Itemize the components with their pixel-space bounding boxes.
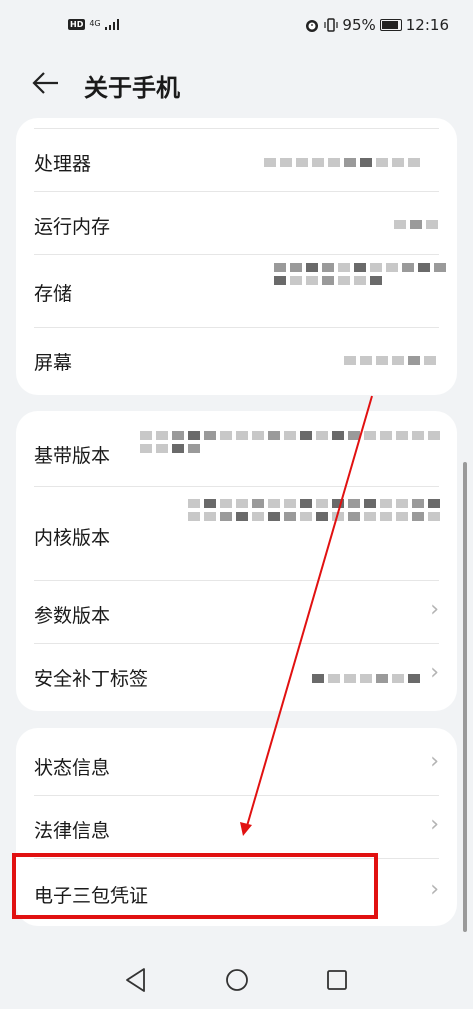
processor-label: 处理器: [34, 153, 92, 175]
processor-row: 处理器: [16, 130, 457, 192]
status-info-row[interactable]: 状态信息 ›: [16, 728, 457, 796]
kernel-value-redacted: [188, 499, 446, 521]
chevron-right-icon: ›: [430, 660, 439, 685]
vibrate-icon: [324, 18, 339, 32]
ram-row: 运行内存: [16, 192, 457, 254]
status-info-label: 状态信息: [34, 757, 111, 779]
status-bar: HD 4G 95% 12:16: [0, 0, 473, 56]
baseband-value-redacted: [140, 431, 445, 453]
circle-home-icon: [226, 969, 248, 991]
nav-home-button[interactable]: [217, 960, 257, 1000]
chevron-right-icon: ›: [430, 877, 439, 902]
system-navigation-bar: [0, 950, 473, 1009]
hardware-info-card: 处理器 运行内存 存储 屏幕: [16, 118, 457, 395]
legal-info-label: 法律信息: [34, 820, 111, 842]
nav-recents-button[interactable]: [317, 960, 357, 1000]
parameter-version-row[interactable]: 参数版本 ›: [16, 581, 457, 644]
triangle-back-icon: [126, 968, 145, 992]
screen-value-redacted: [344, 356, 444, 365]
hd-badge: HD: [68, 18, 86, 30]
ram-value-redacted: [394, 220, 444, 229]
ram-label: 运行内存: [34, 216, 111, 238]
baseband-label: 基带版本: [34, 445, 111, 467]
storage-label: 存储: [34, 283, 73, 305]
kernel-row: 内核版本: [16, 487, 457, 580]
processor-value-redacted: [264, 158, 444, 167]
highlight-box: [12, 853, 378, 919]
screen-row: 屏幕: [16, 328, 457, 390]
chevron-right-icon: ›: [430, 749, 439, 774]
clock: 12:16: [405, 16, 449, 34]
chevron-right-icon: ›: [430, 597, 439, 622]
security-patch-row[interactable]: 安全补丁标签 ›: [16, 644, 457, 708]
parameter-version-label: 参数版本: [34, 605, 111, 627]
status-bar-left: HD 4G: [68, 18, 123, 30]
page-title: 关于手机: [84, 74, 180, 102]
security-patch-label: 安全补丁标签: [34, 668, 149, 690]
back-button[interactable]: [30, 68, 64, 98]
signal-icon: [104, 19, 119, 30]
version-info-card: 基带版本 内核版本 参数版本 › 安全补丁标签 ›: [16, 411, 457, 711]
kernel-label: 内核版本: [34, 527, 111, 549]
status-bar-right: 95% 12:16: [304, 16, 449, 34]
alarm-icon: [306, 20, 319, 32]
battery-icon: [379, 19, 402, 31]
nav-back-button[interactable]: [116, 960, 156, 1000]
network-type: 4G: [89, 19, 101, 28]
battery-level-fill: [381, 21, 398, 29]
security-patch-value-redacted: [312, 674, 422, 683]
scrollbar[interactable]: [463, 462, 467, 932]
square-recents-icon: [327, 970, 347, 990]
storage-row: 存储: [16, 255, 457, 327]
legal-info-row[interactable]: 法律信息 ›: [16, 796, 457, 859]
back-arrow-icon: [32, 72, 58, 94]
battery-percent: 95%: [342, 16, 376, 34]
screen-label: 屏幕: [34, 352, 73, 374]
divider: [34, 128, 439, 129]
baseband-row: 基带版本: [16, 411, 457, 487]
chevron-right-icon: ›: [430, 812, 439, 837]
storage-value-redacted: [274, 263, 446, 285]
page-header: 关于手机: [0, 56, 473, 116]
